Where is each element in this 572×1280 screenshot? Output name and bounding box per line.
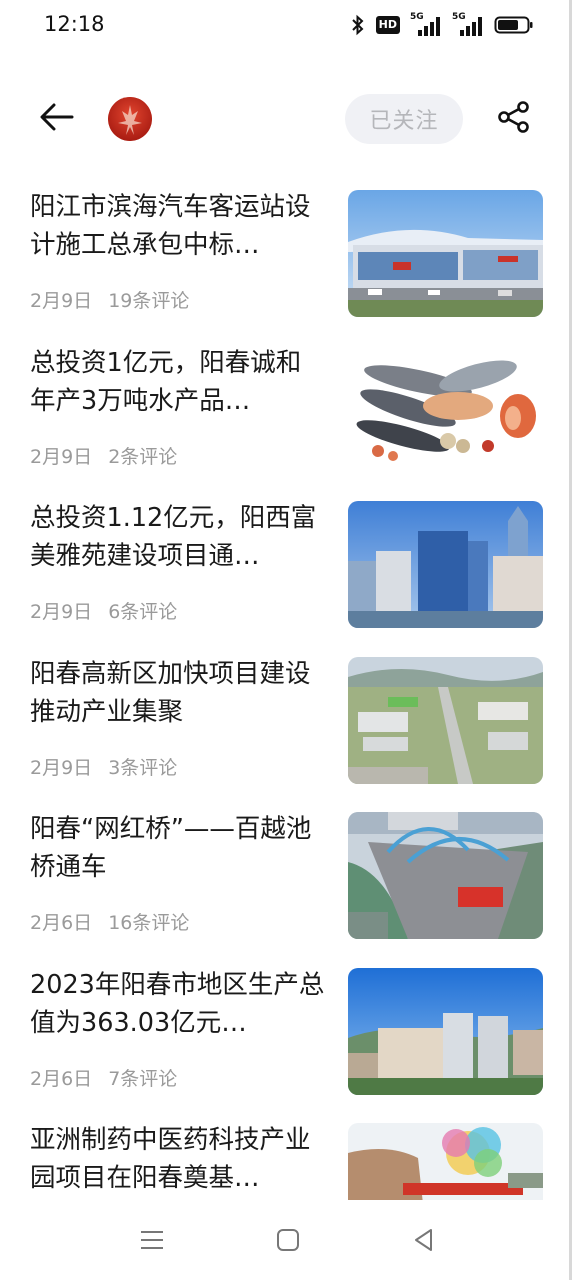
article-comments: 3条评论 [108,756,178,779]
article-item[interactable]: 总投资1亿元，阳春诚和年产3万吨水产品… 2月9日 2条评论 [0,344,572,500]
status-bar: 12:18 HD 5G 5G [0,0,572,52]
system-nav-bar [0,1200,572,1280]
battery-icon [494,14,534,36]
hd-icon: HD [375,16,400,34]
towers-image [348,501,543,628]
article-title: 阳春“网红桥”——百越池桥通车 [30,814,312,882]
article-title: 2023年阳春市地区生产总值为363.03亿元… [30,969,325,1038]
ceremony-image [348,1123,543,1200]
arrow-left-icon [39,102,75,136]
article-item[interactable]: 阳春“网红桥”——百越池桥通车 2月6日 16条评论 [0,810,572,966]
menu-button[interactable] [132,1222,172,1262]
back-nav-button[interactable] [404,1222,444,1262]
article-item[interactable]: 阳春高新区加快项目建设推动产业集聚 2月9日 3条评论 [0,655,572,811]
article-date: 2月9日 [30,290,93,312]
avatar[interactable] [108,97,152,141]
menu-icon [139,1228,165,1256]
article-comments: 16条评论 [108,912,190,934]
article-meta: 2月9日 3条评论 [30,753,177,780]
article-comments: 7条评论 [108,1067,178,1090]
article-comments: 19条评论 [108,290,190,312]
article-meta: 2月9日 6条评论 [30,597,177,624]
article-item[interactable]: 总投资1.12亿元，阳西富美雅苑建设项目通… 2月9日 6条评论 [0,499,572,655]
bus-station-image [348,190,543,317]
article-date: 2月9日 [30,756,93,779]
follow-button[interactable]: 已关注 [345,94,463,144]
article-thumbnail[interactable] [348,656,543,784]
signal-5g-icon: 5G [452,12,484,36]
article-title: 阳江市滨海汽车客运站设计施工总承包中标… [30,192,311,260]
status-time: 12:18 [44,12,105,36]
industrial-park-image [348,656,543,784]
city-image [348,967,543,1095]
bluetooth-icon [350,14,366,36]
article-title: 总投资1亿元，阳春诚和年产3万吨水产品… [30,347,302,416]
article-item[interactable]: 亚洲制药中医药科技产业园项目在阳春奠基… [0,1121,572,1200]
bridge-image [348,812,543,939]
article-comments: 6条评论 [108,601,178,623]
article-thumbnail[interactable] [348,501,543,628]
header: 已关注 [0,92,572,148]
article-item[interactable]: 2023年阳春市地区生产总值为363.03亿元… 2月6日 7条评论 [0,966,572,1122]
article-thumbnail[interactable] [348,1123,543,1200]
signal-5g-icon: 5G [410,12,442,36]
share-button[interactable] [494,99,534,139]
article-date: 2月9日 [30,445,93,468]
article-thumbnail[interactable] [348,190,543,317]
article-thumbnail[interactable] [348,812,543,939]
article-item[interactable]: 阳江市滨海汽车客运站设计施工总承包中标… 2月9日 19条评论 [0,188,572,344]
article-title: 亚洲制药中医药科技产业园项目在阳春奠基… [30,1125,311,1193]
article-meta: 2月6日 7条评论 [30,1064,177,1091]
seafood-image [348,345,543,473]
article-meta: 2月9日 2条评论 [30,442,177,469]
home-button[interactable] [268,1222,308,1262]
article-meta: 2月9日 19条评论 [30,286,189,313]
article-date: 2月6日 [30,1067,93,1090]
status-icons: HD 5G 5G [350,12,534,38]
share-icon [497,100,531,138]
article-thumbnail[interactable] [348,967,543,1095]
article-date: 2月9日 [30,601,93,623]
article-title: 阳春高新区加快项目建设推动产业集聚 [30,658,311,727]
article-comments: 2条评论 [108,445,178,468]
back-triangle-icon [411,1227,437,1257]
article-thumbnail[interactable] [348,345,543,473]
back-button[interactable] [36,98,78,140]
home-square-icon [275,1227,301,1257]
article-date: 2月6日 [30,912,93,934]
article-meta: 2月6日 16条评论 [30,908,189,935]
article-title: 总投资1.12亿元，阳西富美雅苑建设项目通… [30,503,317,571]
article-list[interactable]: 阳江市滨海汽车客运站设计施工总承包中标… 2月9日 19条评论 总投资1亿元，阳春… [0,188,572,1200]
